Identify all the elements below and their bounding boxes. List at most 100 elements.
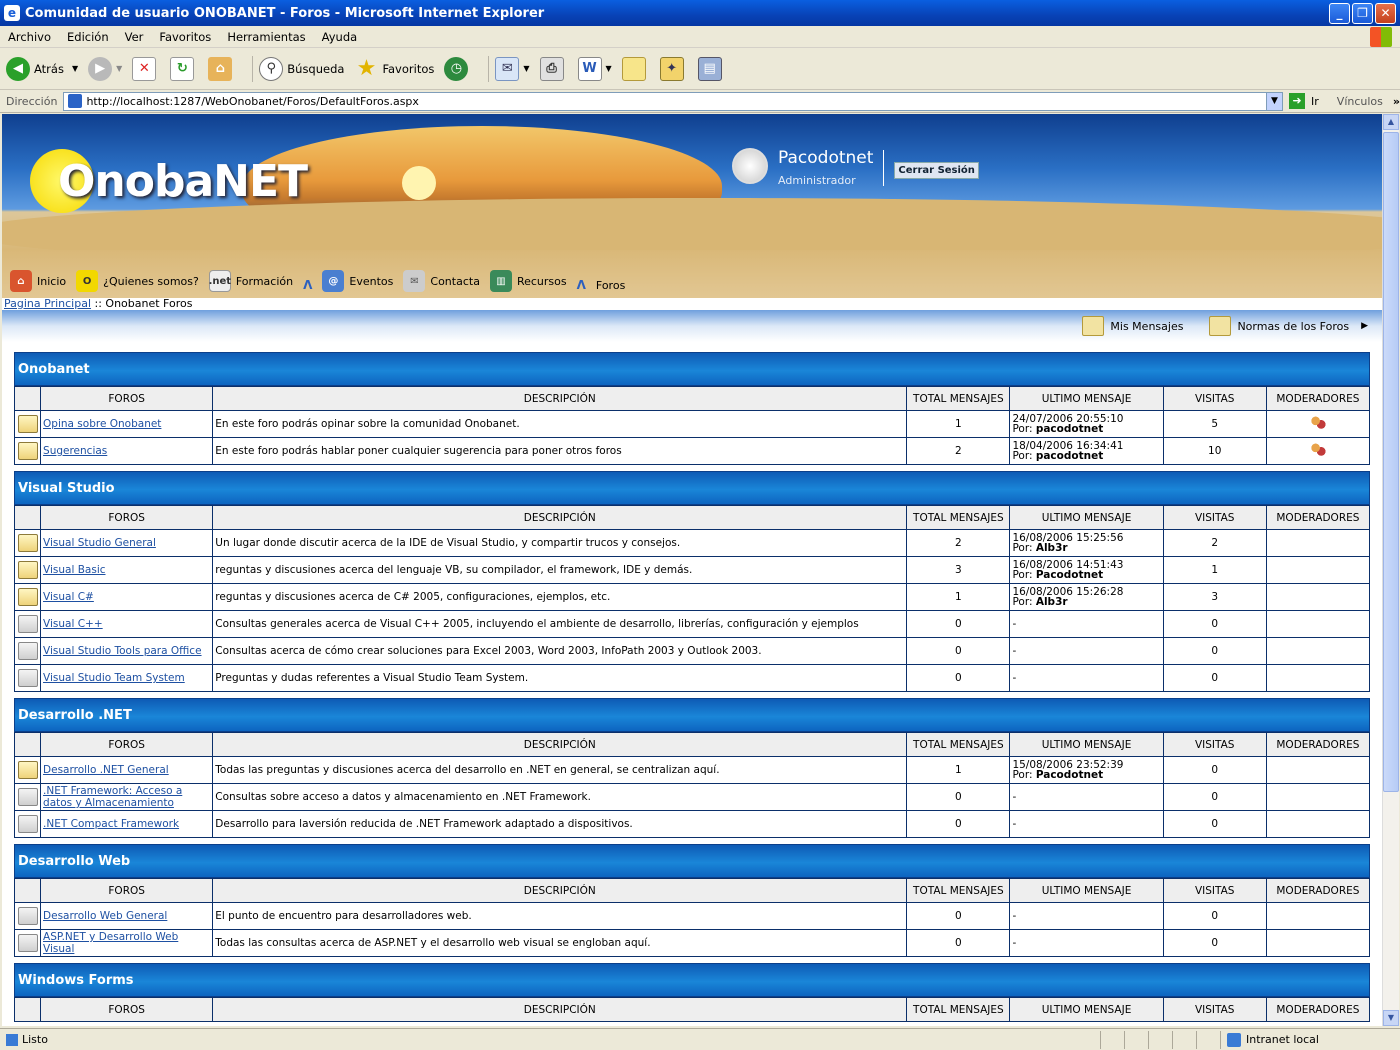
nav-foros[interactable]: Foros bbox=[596, 279, 625, 292]
table-header-row: FOROS DESCRIPCIÓN TOTAL MENSAJES ULTIMO MEN… bbox=[13, 997, 1371, 1022]
forum-description: El punto de encuentro para desarrollador… bbox=[212, 902, 908, 930]
mail-button[interactable]: ✉ ▼ bbox=[495, 56, 530, 81]
close-button[interactable]: ✕ bbox=[1375, 3, 1396, 24]
forum-link[interactable]: Visual Basic bbox=[43, 564, 105, 576]
forum-link[interactable]: .NET Framework: Acceso a datos y Almacen… bbox=[43, 785, 182, 809]
chevron-right-icon[interactable]: » bbox=[1393, 95, 1400, 108]
menu-favoritos[interactable]: Favoritos bbox=[151, 30, 219, 44]
back-button[interactable]: ◀ Atrás ▼ bbox=[6, 56, 78, 81]
address-label: Dirección bbox=[6, 94, 58, 108]
site-logo[interactable]: OnobaNET bbox=[58, 156, 308, 207]
status-text: Listo bbox=[22, 1033, 48, 1046]
forum-link[interactable]: Sugerencias bbox=[43, 445, 107, 457]
forum-description: Consultas sobre acceso a datos y almacen… bbox=[212, 783, 908, 811]
forward-button[interactable]: ▶ ▼ bbox=[88, 56, 122, 81]
forum-link[interactable]: Opina sobre Onobanet bbox=[43, 418, 161, 430]
forum-link[interactable]: Visual Studio Team System bbox=[43, 672, 185, 684]
discuss-button[interactable] bbox=[621, 56, 650, 81]
forum-link[interactable]: Desarrollo Web General bbox=[43, 910, 167, 922]
visits: 0 bbox=[1162, 902, 1267, 930]
vertical-scrollbar[interactable]: ▲ ▼ bbox=[1382, 114, 1399, 1026]
column-header: MODERADORES bbox=[1265, 505, 1371, 530]
column-header: VISITAS bbox=[1162, 505, 1267, 530]
page-icon bbox=[68, 94, 83, 108]
address-input[interactable]: http://localhost:1287/WebOnobanet/Foros/… bbox=[63, 91, 1284, 111]
address-dropdown-icon[interactable]: ▼ bbox=[1266, 92, 1283, 110]
nav-formacion[interactable]: .net Formación bbox=[209, 270, 293, 292]
print-button[interactable]: ⎙ bbox=[539, 56, 568, 81]
mail-icon: ✉ bbox=[403, 270, 426, 292]
menu-archivo[interactable]: Archivo bbox=[0, 30, 59, 44]
menu-herramientas[interactable]: Herramientas bbox=[219, 30, 313, 44]
forum-description: Preguntas y dudas referentes a Visual St… bbox=[212, 664, 908, 692]
total-messages: 0 bbox=[906, 929, 1011, 957]
total-messages: 1 bbox=[906, 410, 1011, 438]
mail-icon: ✉ bbox=[495, 56, 520, 81]
column-header: FOROS bbox=[40, 732, 214, 757]
forum-rules-link[interactable]: Normas de los Foros ▶ bbox=[1209, 316, 1368, 336]
forum-name-cell: Visual C++ bbox=[40, 610, 214, 638]
folder-new-icon bbox=[17, 534, 38, 552]
column-header: TOTAL MENSAJES bbox=[906, 997, 1011, 1022]
forum-link[interactable]: .NET Compact Framework bbox=[43, 818, 179, 830]
table-row: Visual C# reguntas y discusiones acerca d… bbox=[13, 583, 1371, 611]
stop-button[interactable]: ✕ bbox=[132, 56, 160, 81]
column-header: FOROS bbox=[40, 505, 214, 530]
menu-ver[interactable]: Ver bbox=[117, 30, 152, 44]
visits: 10 bbox=[1162, 437, 1267, 465]
forum-link[interactable]: Visual C# bbox=[43, 591, 94, 603]
forum-link[interactable]: Visual Studio General bbox=[43, 537, 156, 549]
moderators bbox=[1265, 556, 1371, 584]
column-header: ULTIMO MENSAJE bbox=[1009, 732, 1164, 757]
refresh-button[interactable]: ↻ bbox=[170, 56, 198, 81]
browser-window: e Comunidad de usuario ONOBANET - Foros … bbox=[0, 0, 1400, 1050]
maximize-button[interactable]: ❐ bbox=[1352, 3, 1373, 24]
column-header: FOROS bbox=[40, 386, 214, 411]
logout-button[interactable]: Cerrar Sesión bbox=[894, 162, 979, 179]
folder-cell bbox=[13, 756, 42, 784]
nav-contacta[interactable]: ✉ Contacta bbox=[403, 270, 480, 292]
site-banner: OnobaNET Pacodotnet Administrador Cerrar… bbox=[2, 114, 1382, 250]
home-button[interactable]: ⌂ bbox=[208, 56, 236, 81]
forum-link[interactable]: Visual C++ bbox=[43, 618, 103, 630]
nav-inicio[interactable]: ⌂ Inicio bbox=[10, 270, 66, 292]
links-button[interactable]: Vínculos bbox=[1337, 95, 1383, 108]
scroll-thumb[interactable] bbox=[1383, 132, 1399, 792]
edit-button[interactable]: W ▼ bbox=[577, 56, 612, 81]
section-title: Windows Forms bbox=[14, 963, 1370, 997]
nav-recursos[interactable]: ▥ Recursos bbox=[489, 270, 567, 292]
my-messages-link[interactable]: Mis Mensajes bbox=[1082, 316, 1183, 336]
folder-icon bbox=[17, 788, 38, 806]
author-name: Alb3r bbox=[1035, 542, 1068, 554]
history-button[interactable]: ◷ bbox=[444, 56, 472, 81]
last-message: - bbox=[1009, 929, 1164, 957]
go-button[interactable]: ➜ Ir bbox=[1289, 93, 1319, 109]
forum-link[interactable]: Desarrollo .NET General bbox=[43, 764, 169, 776]
table-row: ASP.NET y Desarrollo Web Visual Todas las… bbox=[13, 929, 1371, 957]
favorites-button[interactable]: ★ Favoritos bbox=[354, 56, 435, 81]
scroll-up-icon[interactable]: ▲ bbox=[1383, 114, 1399, 130]
menu-ayuda[interactable]: Ayuda bbox=[314, 30, 366, 44]
moderators bbox=[1265, 664, 1371, 692]
breadcrumb-home-link[interactable]: Pagina Principal bbox=[4, 297, 91, 310]
forum-name-cell: Desarrollo Web General bbox=[40, 902, 214, 930]
column-header: MODERADORES bbox=[1265, 878, 1371, 903]
research-button[interactable]: ✦ bbox=[659, 56, 688, 81]
last-message: - bbox=[1009, 637, 1164, 665]
nav-quienes-somos[interactable]: O ¿Quienes somos? bbox=[76, 270, 199, 292]
menu-edicion[interactable]: Edición bbox=[59, 30, 117, 44]
column-header: ULTIMO MENSAJE bbox=[1009, 386, 1164, 411]
search-button[interactable]: ⚲ Búsqueda bbox=[259, 56, 344, 81]
last-message: - bbox=[1009, 902, 1164, 930]
forum-link[interactable]: ASP.NET y Desarrollo Web Visual bbox=[43, 931, 178, 955]
visits: 0 bbox=[1162, 664, 1267, 692]
minimize-button[interactable]: _ bbox=[1329, 3, 1350, 24]
scroll-down-icon[interactable]: ▼ bbox=[1383, 1010, 1399, 1026]
forum-link[interactable]: Visual Studio Tools para Office bbox=[43, 645, 202, 657]
moderators-icon[interactable] bbox=[1309, 442, 1326, 457]
moderators-icon[interactable] bbox=[1309, 415, 1326, 430]
column-header: DESCRIPCIÓN bbox=[212, 997, 908, 1022]
column-header: TOTAL MENSAJES bbox=[906, 386, 1011, 411]
nav-eventos[interactable]: @ Eventos bbox=[322, 270, 393, 292]
messenger-button[interactable]: ▤ bbox=[697, 56, 726, 81]
